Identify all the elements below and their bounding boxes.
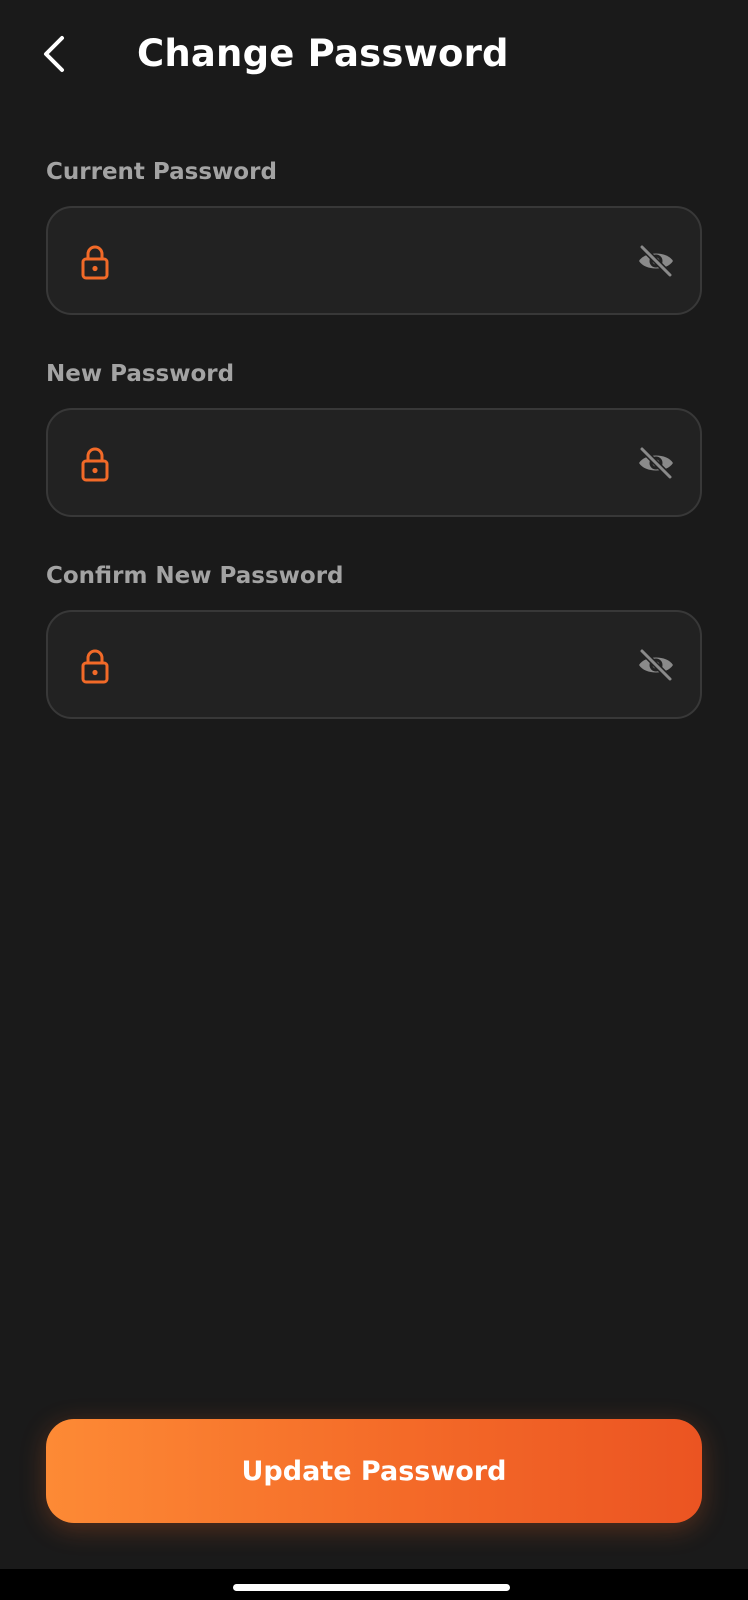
current-password-label: Current Password	[46, 159, 277, 185]
current-password-field[interactable]	[46, 206, 702, 315]
update-password-button[interactable]: Update Password	[46, 1419, 702, 1523]
lock-icon	[81, 245, 109, 280]
confirm-password-field[interactable]	[46, 610, 702, 719]
lock-icon	[81, 447, 109, 482]
current-password-input[interactable]	[134, 226, 604, 296]
home-indicator[interactable]	[233, 1584, 510, 1591]
app-header: Change Password	[0, 0, 748, 110]
eye-off-icon	[639, 648, 673, 682]
current-password-visibility-toggle[interactable]	[636, 242, 676, 280]
new-password-visibility-toggle[interactable]	[636, 444, 676, 482]
eye-off-icon	[639, 244, 673, 278]
confirm-password-visibility-toggle[interactable]	[636, 646, 676, 684]
new-password-label: New Password	[46, 361, 235, 387]
back-button[interactable]	[34, 30, 74, 78]
page-title: Change Password	[137, 32, 509, 75]
confirm-password-input[interactable]	[134, 630, 604, 700]
new-password-input[interactable]	[134, 428, 604, 498]
confirm-password-label: Confirm New Password	[46, 563, 344, 589]
new-password-field[interactable]	[46, 408, 702, 517]
eye-off-icon	[639, 446, 673, 480]
lock-icon	[81, 649, 109, 684]
chevron-left-icon	[44, 36, 64, 72]
